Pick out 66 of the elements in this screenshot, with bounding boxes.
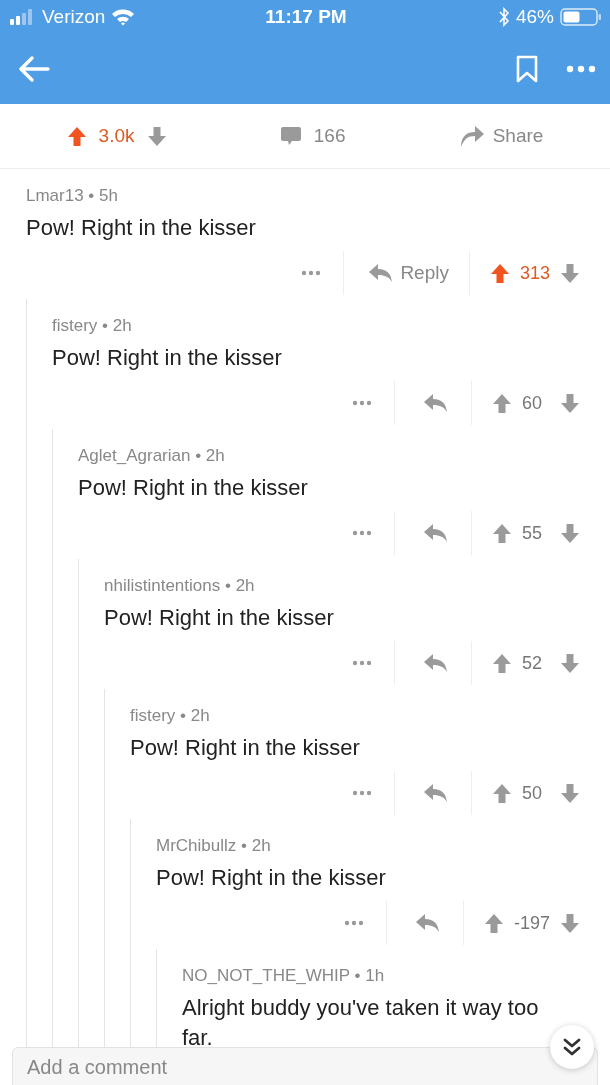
- comment-text: Pow! Right in the kisser: [156, 864, 387, 892]
- back-arrow-icon: [18, 56, 50, 82]
- downvote-icon[interactable]: [560, 262, 580, 284]
- more-icon: [352, 530, 372, 536]
- reply-arrow-icon: [423, 393, 449, 413]
- clock-time: 11:17 PM: [265, 6, 347, 28]
- reply-arrow-icon: [414, 913, 441, 933]
- more-icon: [301, 270, 322, 276]
- double-chevron-icon: [562, 1037, 582, 1057]
- bookmark-icon: [516, 55, 538, 83]
- comment-score: 55: [522, 522, 544, 544]
- comment-byline: NO_NOT_THE_WHIP • 1h: [182, 965, 386, 987]
- upvote-icon[interactable]: [66, 125, 87, 147]
- comment-score: 313: [519, 262, 550, 284]
- reply-arrow-icon: [423, 653, 449, 673]
- wifi-icon: [111, 8, 136, 26]
- comment-count: 166: [313, 125, 346, 147]
- downvote-icon[interactable]: [560, 392, 580, 414]
- scroll-down-button[interactable]: [550, 1025, 594, 1069]
- bookmark-button[interactable]: [514, 53, 540, 85]
- comment-text: Pow! Right in the kisser: [78, 474, 309, 502]
- comment-byline: Lmar13 • 5h: [26, 185, 119, 207]
- upvote-icon[interactable]: [483, 912, 504, 934]
- downvote-icon[interactable]: [146, 125, 167, 147]
- bluetooth-icon: [497, 7, 510, 27]
- downvote-icon[interactable]: [560, 782, 580, 804]
- comment-input[interactable]: Add a comment: [12, 1047, 598, 1085]
- reply-button[interactable]: Reply: [344, 253, 469, 293]
- upvote-icon[interactable]: [492, 652, 512, 674]
- comment-text: Pow! Right in the kisser: [130, 734, 361, 762]
- share-arrow-icon: [458, 124, 485, 148]
- more-icon: [566, 65, 596, 73]
- battery-percent: 46%: [515, 6, 554, 28]
- comment-score: 60: [522, 392, 544, 414]
- reply-arrow-icon: [423, 783, 449, 803]
- downvote-icon[interactable]: [560, 652, 580, 674]
- upvote-icon[interactable]: [492, 522, 512, 544]
- share-button[interactable]: Share: [458, 124, 544, 148]
- more-icon: [343, 920, 364, 926]
- comment-text: Pow! Right in the kisser: [52, 344, 283, 372]
- comment-score: -197: [513, 912, 550, 934]
- upvote-icon[interactable]: [492, 392, 512, 414]
- comment-byline: fistery • 2h: [130, 705, 211, 727]
- comment-byline: nhilistintentions • 2h: [104, 575, 256, 597]
- comment-byline: fistery • 2h: [52, 315, 133, 337]
- comment-text: Pow! Right in the kisser: [104, 604, 335, 632]
- back-button[interactable]: [16, 54, 52, 84]
- reply-arrow-icon: [423, 523, 449, 543]
- downvote-icon[interactable]: [560, 522, 580, 544]
- reply-arrow-icon: [368, 263, 395, 283]
- more-button[interactable]: [564, 63, 598, 75]
- comment-score: 50: [522, 782, 544, 804]
- comment-score: 52: [522, 652, 544, 674]
- comment-text: Pow! Right in the kisser: [26, 214, 257, 242]
- more-icon: [352, 790, 372, 796]
- upvote-icon[interactable]: [489, 262, 510, 284]
- vote-score: 3.0k: [98, 125, 135, 147]
- more-icon: [352, 660, 372, 666]
- more-icon: [352, 400, 372, 406]
- comment-byline: MrChibullz • 2h: [156, 835, 272, 857]
- battery-icon: [560, 8, 602, 26]
- downvote-icon[interactable]: [560, 912, 580, 934]
- comment-icon: [279, 126, 302, 146]
- carrier-name: Verizon: [42, 6, 106, 28]
- upvote-icon[interactable]: [492, 782, 512, 804]
- comment-byline: Aglet_Agrarian • 2h: [78, 445, 226, 467]
